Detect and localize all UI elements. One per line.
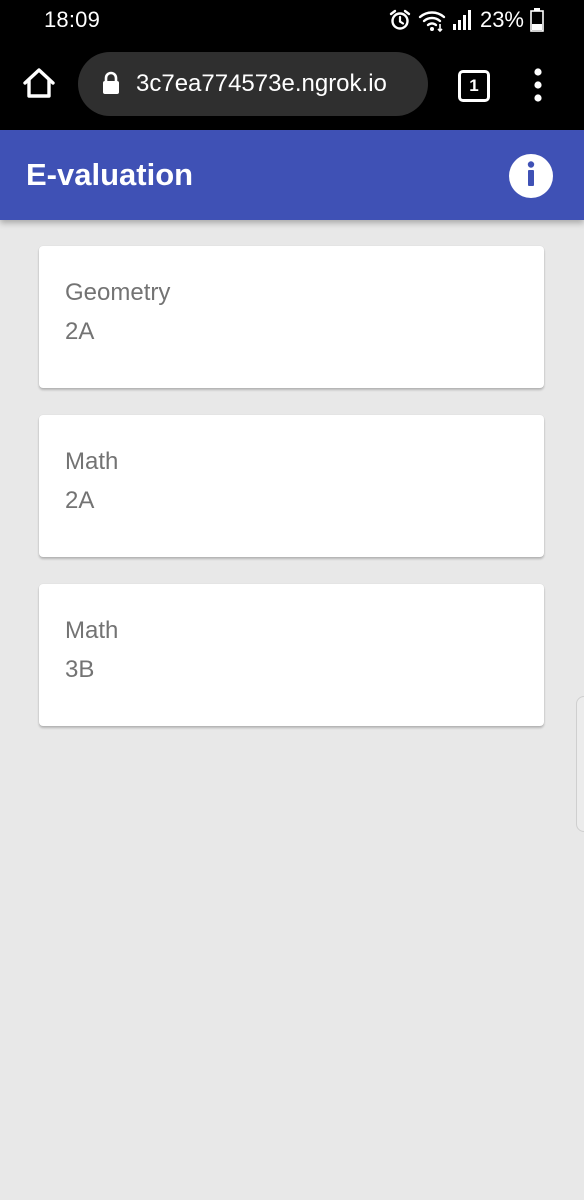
more-vert-icon[interactable] bbox=[528, 68, 548, 102]
info-icon bbox=[509, 152, 553, 201]
tab-switcher-button[interactable]: 1 bbox=[458, 70, 490, 102]
card-class: 2A bbox=[65, 487, 95, 514]
app-bar: E-valuation bbox=[0, 130, 584, 220]
card-subject: Math bbox=[65, 617, 119, 644]
home-button[interactable] bbox=[20, 66, 58, 104]
class-card[interactable]: Geometry 2A bbox=[39, 246, 544, 388]
app-title: E-valuation bbox=[26, 157, 194, 192]
url-text: 3c7ea774573e.ngrok.io bbox=[136, 70, 387, 97]
status-time: 18:09 bbox=[44, 7, 101, 32]
class-card[interactable]: Math 2A bbox=[39, 415, 544, 557]
card-class: 3B bbox=[65, 656, 95, 683]
info-button[interactable] bbox=[509, 154, 553, 198]
alarm-icon bbox=[388, 8, 412, 32]
card-subject: Geometry bbox=[65, 279, 171, 306]
wifi-icon bbox=[418, 8, 446, 32]
browser-toolbar: 3c7ea774573e.ngrok.io 1 bbox=[0, 40, 584, 130]
battery-percent: 23% bbox=[479, 7, 524, 32]
card-class: 2A bbox=[65, 318, 95, 345]
class-card[interactable]: Math 3B bbox=[39, 584, 544, 726]
edge-panel-handle[interactable] bbox=[576, 696, 584, 832]
status-icons: 23% bbox=[388, 7, 544, 33]
battery-icon bbox=[530, 8, 544, 32]
home-icon bbox=[22, 67, 56, 104]
class-card-list: Geometry 2A Math 2A Math 3B bbox=[39, 246, 544, 753]
lock-icon bbox=[102, 71, 120, 100]
address-bar[interactable]: 3c7ea774573e.ngrok.io bbox=[78, 52, 428, 116]
signal-icon bbox=[452, 9, 472, 31]
card-subject: Math bbox=[65, 448, 119, 475]
status-bar: 18:09 23% bbox=[0, 0, 584, 40]
